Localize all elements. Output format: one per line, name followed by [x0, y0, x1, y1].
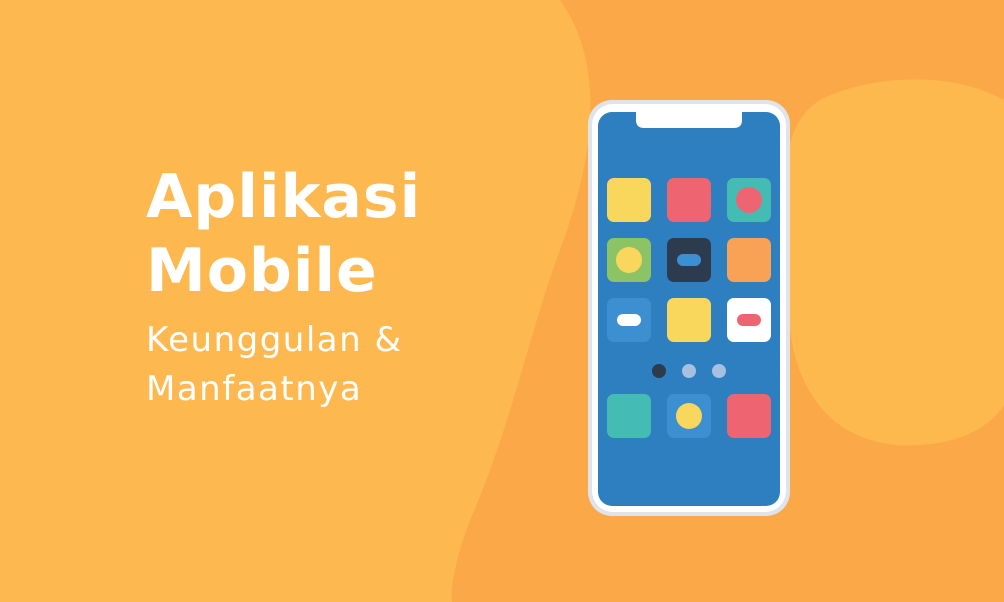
title-line-2: Mobile [146, 236, 378, 306]
app-tile-blue-yellow-dot-icon [667, 394, 711, 438]
background-blob [781, 79, 1004, 446]
app-tile-blue-white-pill-icon [607, 298, 651, 342]
app-tile-red-icon-2 [727, 394, 771, 438]
subtitle-line-2: Manfaatnya [146, 369, 363, 409]
app-tile-orange-icon [727, 238, 771, 282]
app-tile-teal-red-dot-icon [727, 178, 771, 222]
app-tile-green-yellow-dot-icon [607, 238, 651, 282]
page-dot-active [652, 364, 666, 378]
app-grid [607, 178, 771, 438]
page-dot [682, 364, 696, 378]
app-tile-yellow-icon-2 [667, 298, 711, 342]
app-tile-teal-icon [607, 394, 651, 438]
page-dot [712, 364, 726, 378]
app-tile-white-red-pill-icon [727, 298, 771, 342]
app-tile-yellow-icon [607, 178, 651, 222]
app-tile-dark-blue-pill-icon [667, 238, 711, 282]
banner: Aplikasi Mobile Keunggulan & Manfaatnya [0, 0, 1004, 602]
phone-notch [636, 112, 742, 128]
phone-illustration [588, 100, 790, 516]
title-line-1: Aplikasi [146, 162, 422, 232]
subtitle-line-1: Keunggulan & [146, 320, 403, 360]
page-indicator [652, 364, 726, 378]
app-tile-red-icon [667, 178, 711, 222]
headline: Aplikasi Mobile Keunggulan & Manfaatnya [146, 160, 566, 414]
